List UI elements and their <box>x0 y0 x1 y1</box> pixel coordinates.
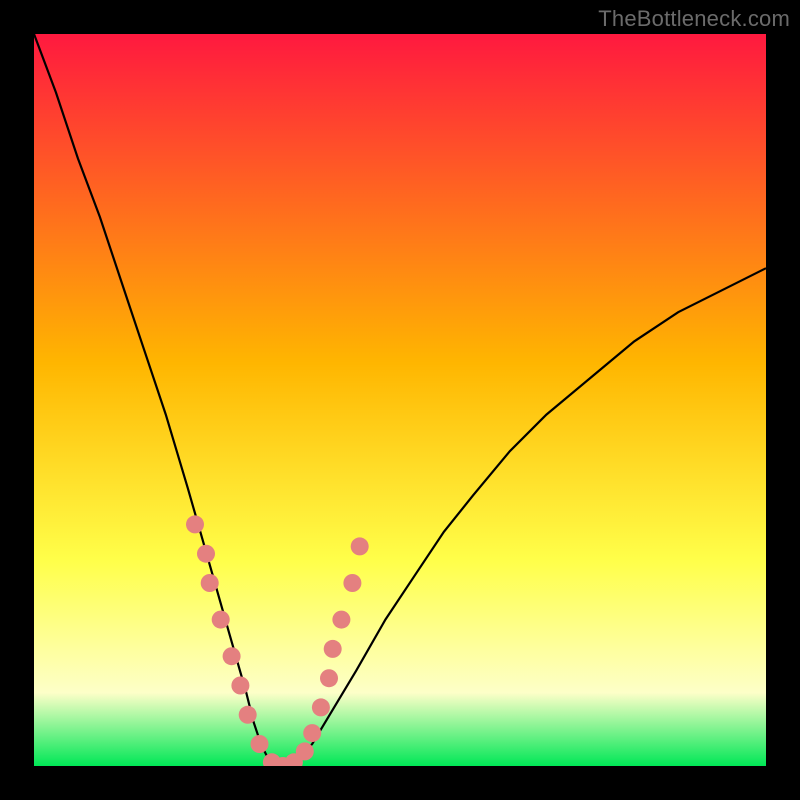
highlight-dot <box>201 574 219 592</box>
watermark-text: TheBottleneck.com <box>598 6 790 32</box>
highlight-dot <box>186 515 204 533</box>
highlight-dot <box>197 545 215 563</box>
highlight-dot <box>223 647 241 665</box>
highlight-dot <box>303 724 321 742</box>
highlight-dot <box>320 669 338 687</box>
highlight-dot <box>251 735 269 753</box>
highlight-dot <box>212 611 230 629</box>
plot-area <box>34 34 766 766</box>
highlight-dot <box>231 677 249 695</box>
highlight-dot <box>343 574 361 592</box>
highlight-dot <box>332 611 350 629</box>
chart-svg <box>34 34 766 766</box>
highlight-dot <box>296 742 314 760</box>
highlight-dot <box>239 706 257 724</box>
highlight-dot <box>312 698 330 716</box>
chart-frame: TheBottleneck.com <box>0 0 800 800</box>
highlight-dot <box>351 537 369 555</box>
gradient-background <box>34 34 766 766</box>
highlight-dot <box>324 640 342 658</box>
